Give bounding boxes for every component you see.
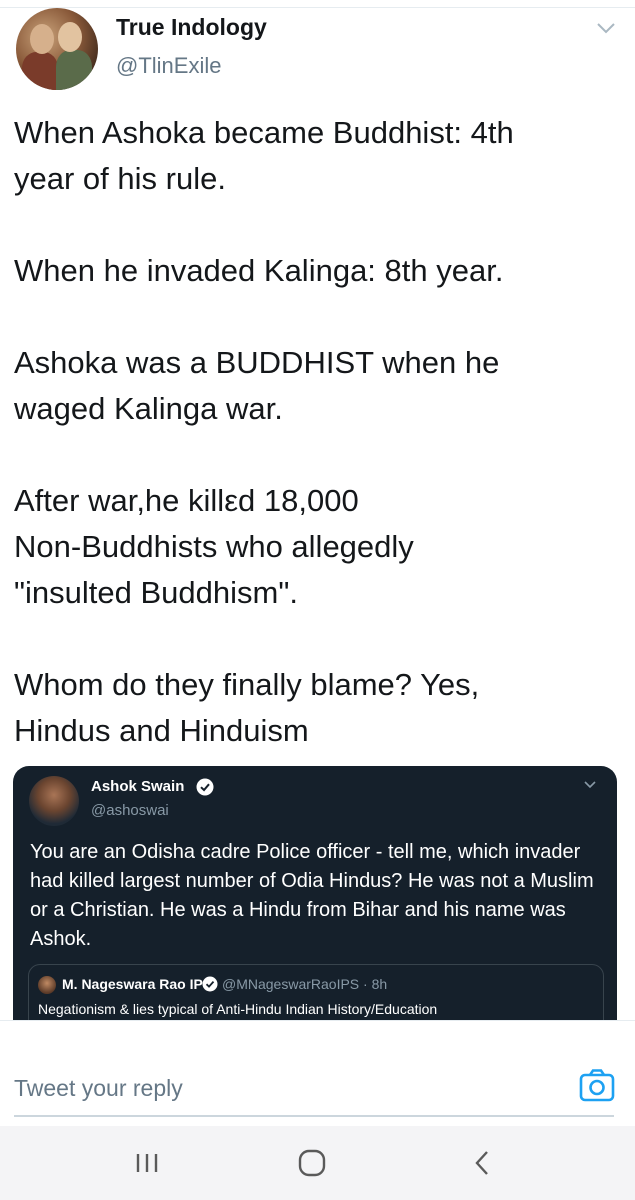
chevron-down-icon[interactable] <box>594 18 618 38</box>
back-icon[interactable] <box>466 1146 500 1180</box>
author-avatar[interactable] <box>16 8 98 90</box>
quoted-author-handle[interactable]: @ashoswai <box>91 802 169 819</box>
camera-icon[interactable] <box>579 1068 615 1104</box>
quoted-author-name[interactable]: Ashok Swain <box>91 778 184 795</box>
nested-author-handle: @MNageswarRaoIPS · 8h <box>222 976 388 992</box>
author-handle[interactable]: @TlinExile <box>116 53 221 79</box>
reply-input-underline <box>14 1115 614 1117</box>
verified-badge-icon <box>202 976 218 992</box>
nested-author-name: M. Nageswara Rao IPS <box>62 976 213 992</box>
reply-input[interactable]: Tweet your reply <box>14 1075 183 1102</box>
nested-author-avatar <box>38 976 56 994</box>
chevron-down-icon[interactable] <box>582 778 598 792</box>
top-divider <box>0 7 635 8</box>
home-icon[interactable] <box>295 1146 329 1180</box>
quoted-tweet-text: You are an Odisha cadre Police officer -… <box>30 841 594 950</box>
recent-apps-icon[interactable] <box>130 1146 164 1180</box>
verified-badge-icon <box>196 778 214 796</box>
quoted-author-avatar[interactable] <box>29 776 79 826</box>
reply-bar-divider <box>0 1020 635 1021</box>
author-name[interactable]: True Indology <box>116 14 267 41</box>
tweet-text: When Ashoka became Buddhist: 4th year of… <box>14 115 514 748</box>
quoted-tweet-card[interactable]: Ashok Swain @ashoswai You are an Odisha … <box>13 766 617 1020</box>
nested-tweet-text: Negationism & lies typical of Anti-Hindu… <box>38 1001 438 1017</box>
nested-quoted-tweet[interactable]: M. Nageswara Rao IPS @MNageswarRaoIPS · … <box>28 964 604 1020</box>
reply-bar <box>0 1020 635 1126</box>
